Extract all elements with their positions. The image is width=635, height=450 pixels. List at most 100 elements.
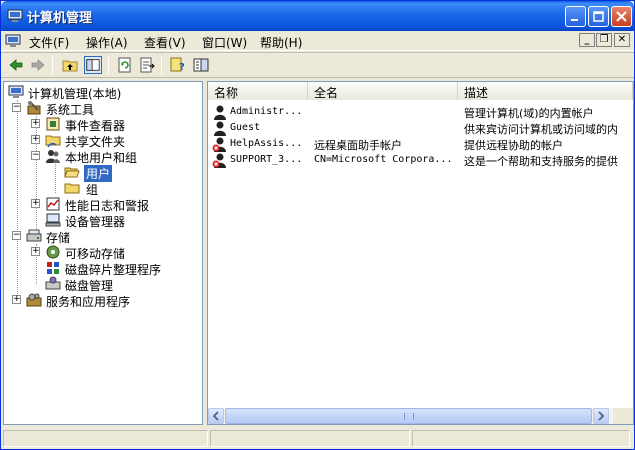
status-panel	[3, 430, 208, 447]
collapse-toggle[interactable]: −	[12, 231, 21, 240]
user-description: 提供远程协助的帐户	[464, 139, 563, 152]
tree-node-label: 服务和应用程序	[46, 295, 131, 309]
status-panel	[412, 430, 630, 447]
column-header-fullname[interactable]: 全名	[308, 82, 458, 100]
tree-node-label: 组	[86, 183, 99, 197]
title-bar[interactable]: 计算机管理	[1, 1, 634, 31]
help-icon[interactable]: ?	[169, 56, 187, 74]
local-users-groups-icon	[46, 150, 60, 163]
storage-icon	[26, 229, 42, 242]
show-hide-tree-icon[interactable]	[84, 56, 102, 74]
window-title: 计算机管理	[27, 11, 93, 26]
menu-view[interactable]: 查看(V)	[144, 34, 186, 51]
minimize-icon	[571, 19, 578, 21]
disabled-user-icon	[212, 137, 226, 152]
tree-node-label: 设备管理器	[65, 215, 126, 229]
expand-toggle[interactable]: +	[31, 119, 40, 128]
collapse-toggle[interactable]: −	[12, 103, 21, 112]
folder-open-icon	[64, 167, 80, 178]
removable-storage-icon	[46, 245, 60, 259]
table-row[interactable]: HelpAssis... 远程桌面助手帐户 提供远程协助的帐户	[208, 136, 633, 152]
system-tools-icon	[27, 101, 41, 115]
shared-folders-icon	[45, 135, 61, 148]
scroll-left-button[interactable]	[208, 408, 224, 424]
forward-arrow-icon[interactable]	[29, 56, 47, 74]
tree-node-label: 磁盘碎片整理程序	[65, 263, 162, 277]
user-description: 管理计算机(域)的内置帐户	[464, 107, 594, 120]
performance-logs-icon	[46, 197, 60, 211]
user-name: SUPPORT_3...	[230, 154, 303, 165]
table-row[interactable]: SUPPORT_3... CN=Microsoft Corpora... 这是一…	[208, 152, 633, 168]
list-header: 名称 全名 描述	[208, 82, 633, 100]
horizontal-scrollbar[interactable]	[208, 408, 633, 424]
expand-toggle[interactable]: +	[31, 199, 40, 208]
menu-action[interactable]: 操作(A)	[86, 34, 128, 51]
export-list-icon[interactable]	[138, 56, 156, 74]
column-header-name[interactable]: 名称	[208, 82, 308, 100]
minimize-button[interactable]	[565, 6, 586, 27]
up-folder-icon[interactable]	[61, 56, 79, 74]
user-fullname: 远程桌面助手帐户	[314, 139, 402, 152]
user-fullname: CN=Microsoft Corpora...	[314, 154, 453, 165]
tree-node-label: 计算机管理(本地)	[28, 87, 122, 101]
maximize-button[interactable]	[588, 6, 609, 27]
toolbar-separator	[52, 56, 53, 74]
column-header-description[interactable]: 描述	[458, 82, 633, 100]
disk-management-icon	[45, 276, 61, 290]
user-description: 这是一个帮助和支持服务的提供	[464, 155, 618, 168]
event-viewer-icon	[46, 117, 60, 131]
table-row[interactable]: Administr... 管理计算机(域)的内置帐户	[208, 104, 633, 120]
back-arrow-icon[interactable]	[7, 56, 25, 74]
mdi-minimize-button[interactable]: _	[579, 33, 595, 47]
expand-toggle[interactable]: +	[31, 247, 40, 256]
tree-node-label: 事件查看器	[65, 119, 126, 133]
tree-connector	[55, 164, 56, 193]
close-button[interactable]	[611, 6, 632, 27]
toolbar-separator	[161, 56, 162, 74]
user-icon	[214, 121, 226, 136]
user-name: HelpAssis...	[230, 138, 303, 149]
menu-file[interactable]: 文件(F)	[29, 34, 69, 51]
tree-node-label: 可移动存储	[65, 247, 126, 261]
toolbar-separator	[108, 56, 109, 74]
expand-toggle[interactable]: +	[12, 295, 21, 304]
scroll-corner	[613, 408, 633, 424]
maximize-icon	[593, 11, 604, 22]
tree-node-label: 用户	[84, 165, 113, 182]
folder-icon	[64, 183, 80, 194]
scroll-thumb[interactable]	[225, 408, 592, 424]
user-name: Administr...	[230, 106, 303, 117]
tree-node-label: 磁盘管理	[65, 279, 114, 293]
menu-help[interactable]: 帮助(H)	[260, 34, 302, 51]
services-applications-icon	[26, 293, 42, 307]
user-name: Guest	[230, 122, 261, 133]
mdi-restore-button[interactable]: ❐	[596, 33, 612, 47]
computer-management-icon	[7, 9, 23, 22]
status-bar	[1, 428, 634, 449]
user-icon	[214, 105, 226, 120]
collapse-toggle[interactable]: −	[31, 151, 40, 160]
defragmenter-icon	[47, 262, 59, 274]
table-row[interactable]: Guest 供来宾访问计算机或访问域的内	[208, 120, 633, 136]
console-tree-icon[interactable]	[192, 56, 210, 74]
mmc-console-icon[interactable]	[5, 33, 21, 49]
tree-node-label: 性能日志和警报	[65, 199, 150, 213]
chevron-right-icon	[598, 411, 605, 421]
details-list-pane[interactable]: 名称 全名 描述 Administr... 管理计算机(域)的内置帐户 Gues…	[207, 81, 634, 425]
user-description: 供来宾访问计算机或访问域的内	[464, 123, 618, 136]
status-panel	[210, 430, 410, 447]
computer-management-window: 计算机管理 文件(F) 操作(A) 查看(V) 窗口(W) 帮助(H) _ ❐ …	[0, 0, 635, 450]
chevron-left-icon	[212, 411, 219, 421]
toolbar: ?	[1, 52, 634, 78]
expand-toggle[interactable]: +	[31, 135, 40, 144]
scroll-grip	[404, 413, 414, 420]
menu-bar: 文件(F) 操作(A) 查看(V) 窗口(W) 帮助(H) _ ❐ ✕	[1, 31, 634, 51]
refresh-icon[interactable]	[116, 56, 134, 74]
computer-management-icon	[8, 85, 24, 98]
svg-text:?: ?	[179, 62, 185, 73]
scroll-right-button[interactable]	[593, 408, 609, 424]
console-tree-pane[interactable]: 计算机管理(本地) − 系统工具 + 事件查看器 + 共享文件夹 − 本地用户和…	[3, 81, 203, 425]
menu-window[interactable]: 窗口(W)	[202, 34, 247, 51]
close-icon	[616, 11, 627, 22]
mdi-close-button[interactable]: ✕	[614, 33, 630, 47]
